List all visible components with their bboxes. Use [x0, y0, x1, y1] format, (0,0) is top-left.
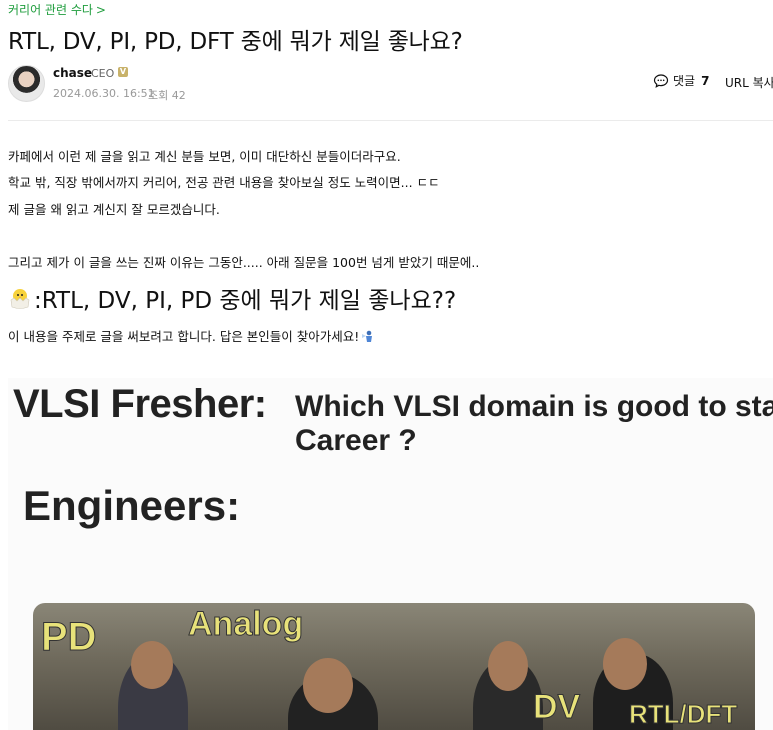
face-3 [488, 641, 528, 691]
author-role: CEO [91, 67, 115, 80]
body-line-4: 그리고 제가 이 글을 쓰는 진짜 이유는 그동안..... 아래 질문을 10… [8, 255, 480, 270]
fairy-emoji-icon [362, 330, 373, 342]
chevron-right-icon: > [95, 3, 106, 17]
body-line-1: 카페에서 이런 제 글을 읽고 계신 분들 보면, 이미 대단하신 분들이더라구… [8, 149, 401, 164]
url-copy-button[interactable]: URL 복사 [725, 74, 773, 91]
meme-question-line1: Which VLSI domain is good to start [295, 390, 773, 423]
meme-question-line2: Career ? [295, 424, 417, 457]
face-2 [303, 658, 353, 713]
avatar[interactable] [8, 65, 45, 102]
breadcrumb[interactable]: 커리어 관련 수다 > [8, 1, 106, 18]
subheading: :RTL, DV, PI, PD 중에 뭐가 제일 좋나요?? [8, 281, 456, 315]
comments-button[interactable]: 댓글 7 [653, 72, 709, 89]
view-count: 조회 42 [148, 89, 186, 102]
breadcrumb-label[interactable]: 커리어 관련 수다 [8, 3, 93, 17]
meme-fresher-text: VLSI Fresher: [13, 382, 267, 426]
label-analog: Analog [187, 605, 304, 644]
body-line-2: 학교 밖, 직장 밖에서까지 커리어, 전공 관련 내용을 찾아보실 정도 노력… [8, 175, 440, 190]
intro-line: 이 내용을 주제로 글을 써보려고 합니다. 답은 본인들이 찾아가세요! [8, 326, 375, 345]
member-badge-icon: V [118, 67, 128, 77]
comments-label: 댓글 [673, 74, 696, 88]
post-date: 2024.06.30. 16:51 [53, 87, 155, 100]
post-title: RTL, DV, PI, PD, DFT 중에 뭐가 제일 좋나요? [8, 29, 463, 55]
author-name[interactable]: chase [53, 66, 92, 80]
meme-engineers-text: Engineers: [23, 482, 241, 529]
hatching-chick-icon [10, 289, 30, 309]
divider [8, 120, 773, 121]
author-row: chase CEO V 2024.06.30. 16:51 조회 42 댓글 7… [8, 63, 773, 103]
meme-photo: PD Analog DV RTL/DFT [33, 603, 755, 730]
comment-bubble-icon [653, 73, 669, 88]
intro-text: 이 내용을 주제로 글을 써보려고 합니다. 답은 본인들이 찾아가세요! [8, 329, 360, 344]
meme-image: VLSI Fresher: Which VLSI domain is good … [8, 378, 773, 730]
comments-count: 7 [701, 73, 710, 88]
label-dv: DV [532, 688, 581, 727]
body-line-3: 제 글을 왜 읽고 계신지 잘 모르겠습니다. [8, 202, 220, 217]
face-1 [131, 641, 173, 689]
label-rtl-dft: RTL/DFT [628, 699, 738, 730]
label-pd: PD [41, 615, 98, 660]
face-4 [603, 638, 647, 690]
subheading-text: :RTL, DV, PI, PD 중에 뭐가 제일 좋나요?? [34, 288, 457, 314]
